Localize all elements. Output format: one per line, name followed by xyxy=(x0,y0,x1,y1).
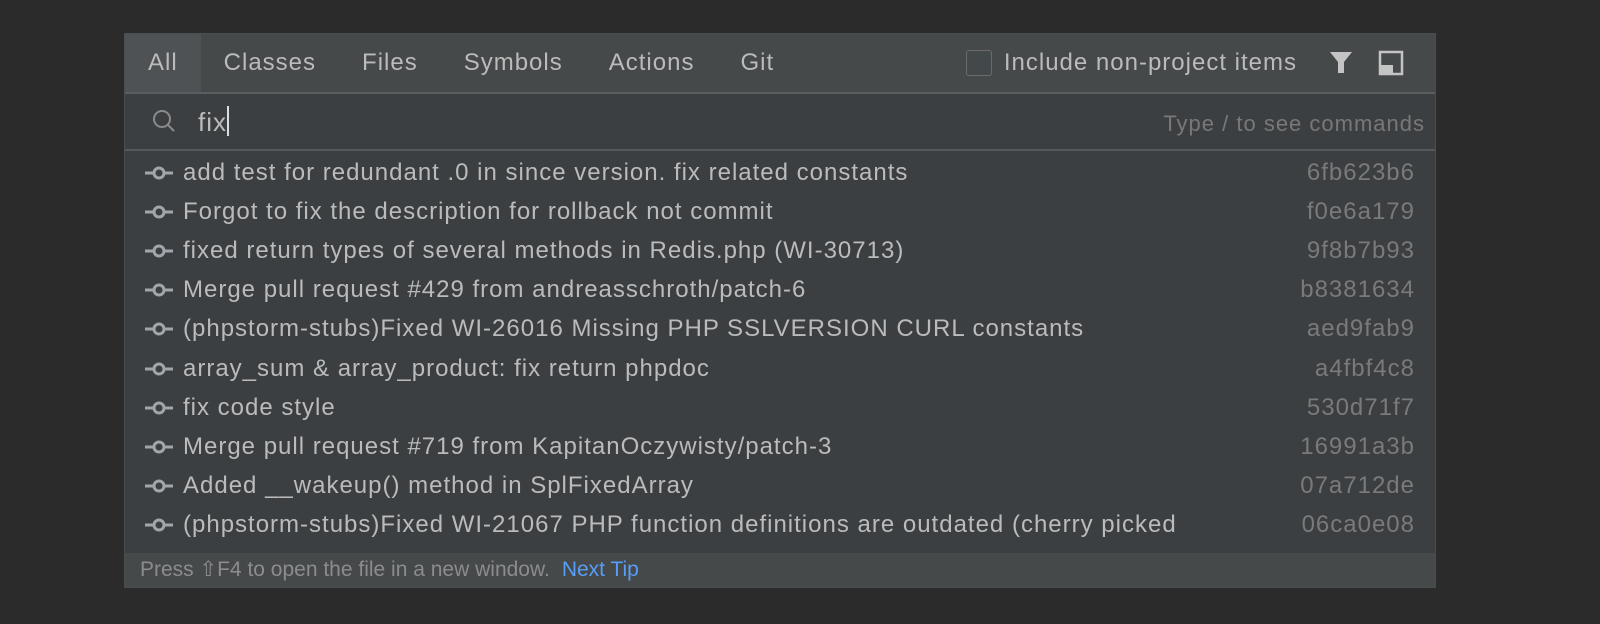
commit-icon xyxy=(145,401,173,415)
commit-hash: f0e6a179 xyxy=(1306,197,1415,225)
search-hint: Type / to see commands xyxy=(1163,111,1425,136)
filter-icon[interactable] xyxy=(1327,49,1355,77)
commit-hash: b8381634 xyxy=(1300,276,1415,304)
commit-icon xyxy=(145,362,173,376)
commit-hash: 07a712de xyxy=(1300,472,1415,500)
tab-symbols[interactable]: Symbols xyxy=(441,34,586,92)
list-item[interactable]: (phpstorm-stubs)Fixed WI-21067 PHP funct… xyxy=(125,506,1435,545)
list-item[interactable]: add test for redundant .0 in since versi… xyxy=(125,153,1435,192)
next-tip-link[interactable]: Next Tip xyxy=(562,558,639,581)
list-item[interactable]: Forgot to fix the description for rollba… xyxy=(125,192,1435,231)
commit-message: Added __wakeup() method in SplFixedArray xyxy=(183,472,694,500)
commit-icon xyxy=(145,440,173,454)
list-item[interactable]: fixed return types of several methods in… xyxy=(125,231,1435,270)
tab-files[interactable]: Files xyxy=(339,34,441,92)
commit-message: Forgot to fix the description for rollba… xyxy=(183,197,774,225)
tab-git[interactable]: Git xyxy=(717,34,797,92)
commit-icon xyxy=(145,518,173,532)
list-item[interactable]: (phpstorm-stubs)Fixed WI-26016 Missing P… xyxy=(125,310,1435,349)
options: Include non-project items xyxy=(965,34,1405,92)
list-item[interactable]: Merge pull request #429 from andreasschr… xyxy=(125,271,1435,310)
commit-hash: aed9fab9 xyxy=(1306,315,1415,343)
commit-hash: 06ca0e08 xyxy=(1301,511,1415,539)
commit-message: fix code style xyxy=(183,393,336,421)
commit-message: fixed return types of several methods in… xyxy=(183,236,905,264)
commit-icon xyxy=(145,244,173,258)
results-list[interactable]: add test for redundant .0 in since versi… xyxy=(125,153,1435,555)
commit-message: Merge pull request #429 from andreasschr… xyxy=(183,276,807,304)
commit-hash: 9f8b7b93 xyxy=(1306,236,1415,264)
commit-hash: a4fbf4c8 xyxy=(1314,354,1415,382)
commit-message: Merge pull request #719 from KapitanOczy… xyxy=(183,432,833,460)
list-item[interactable]: fix code style 530d71f7 xyxy=(125,388,1435,427)
search-input[interactable]: fix xyxy=(198,106,229,138)
tab-classes[interactable]: Classes xyxy=(201,34,339,92)
commit-message: (phpstorm-stubs)Fixed WI-21067 PHP funct… xyxy=(183,511,1177,539)
commit-hash: 530d71f7 xyxy=(1306,393,1415,421)
footer-tip: Press ⇧F4 to open the file in a new wind… xyxy=(140,558,550,581)
search-everywhere-popup: All Classes Files Symbols Actions Git Include… xyxy=(124,33,1436,588)
list-item[interactable]: array_sum & array_product: fix return ph… xyxy=(125,349,1435,388)
commit-icon xyxy=(145,322,173,336)
search-icon xyxy=(153,110,175,132)
include-non-project-label[interactable]: Include non-project items xyxy=(1004,49,1297,77)
list-item[interactable]: Merge pull request #719 from KapitanOczy… xyxy=(125,427,1435,466)
tab-all[interactable]: All xyxy=(125,34,201,92)
commit-icon xyxy=(145,479,173,493)
include-non-project-checkbox[interactable] xyxy=(965,50,992,76)
commit-icon xyxy=(145,283,173,297)
commit-icon xyxy=(145,166,173,180)
search-bar: fix Type / to see commands xyxy=(125,94,1435,151)
tab-actions[interactable]: Actions xyxy=(586,34,718,92)
list-item[interactable]: Added __wakeup() method in SplFixedArray… xyxy=(125,467,1435,506)
commit-message: add test for redundant .0 in since versi… xyxy=(183,158,909,186)
open-in-window-icon[interactable] xyxy=(1377,49,1405,77)
commit-message: (phpstorm-stubs)Fixed WI-26016 Missing P… xyxy=(183,315,1085,343)
commit-message: array_sum & array_product: fix return ph… xyxy=(183,354,710,382)
commit-hash: 6fb623b6 xyxy=(1306,158,1415,186)
footer: Press ⇧F4 to open the file in a new wind… xyxy=(125,553,1435,587)
commit-hash: 16991a3b xyxy=(1300,432,1415,460)
commit-icon xyxy=(145,205,173,219)
